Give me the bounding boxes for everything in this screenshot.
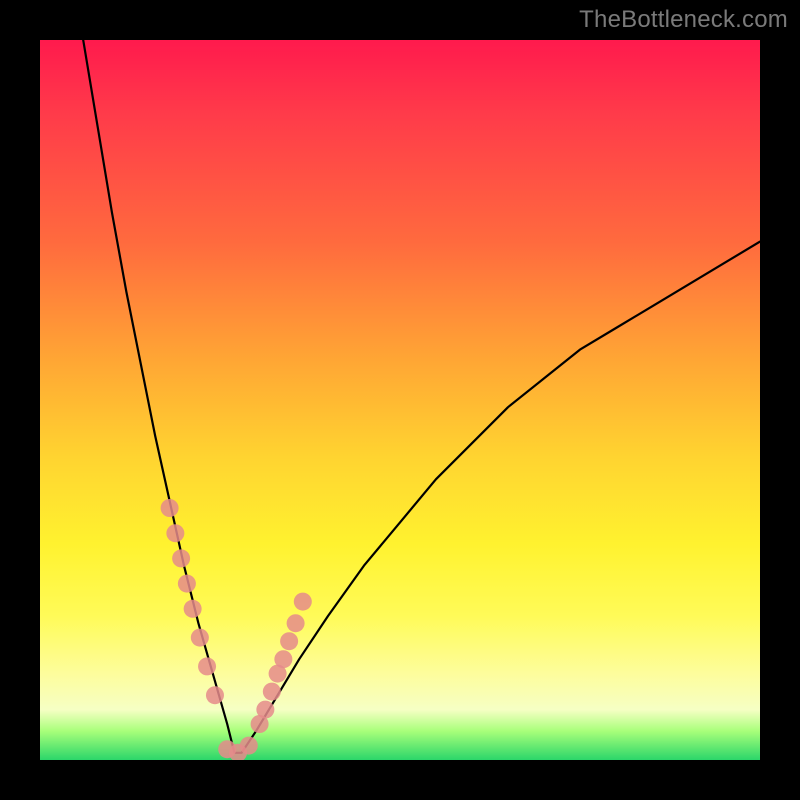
plot-area — [40, 40, 760, 760]
highlight-dot — [240, 737, 258, 755]
highlight-dots — [161, 499, 312, 760]
highlight-dot — [294, 593, 312, 611]
highlight-dot — [280, 632, 298, 650]
highlight-dot — [287, 614, 305, 632]
highlight-dot — [263, 683, 281, 701]
watermark-text: TheBottleneck.com — [579, 6, 788, 34]
highlight-dot — [256, 701, 274, 719]
highlight-dot — [274, 650, 292, 668]
highlight-dot — [198, 657, 216, 675]
highlight-dot — [166, 524, 184, 542]
chart-svg — [40, 40, 760, 760]
highlight-dot — [191, 629, 209, 647]
chart-frame: TheBottleneck.com — [0, 0, 800, 800]
highlight-dot — [172, 549, 190, 567]
bottleneck-curve — [83, 40, 760, 753]
highlight-dot — [178, 575, 196, 593]
highlight-dot — [161, 499, 179, 517]
highlight-dot — [206, 686, 224, 704]
highlight-dot — [184, 600, 202, 618]
